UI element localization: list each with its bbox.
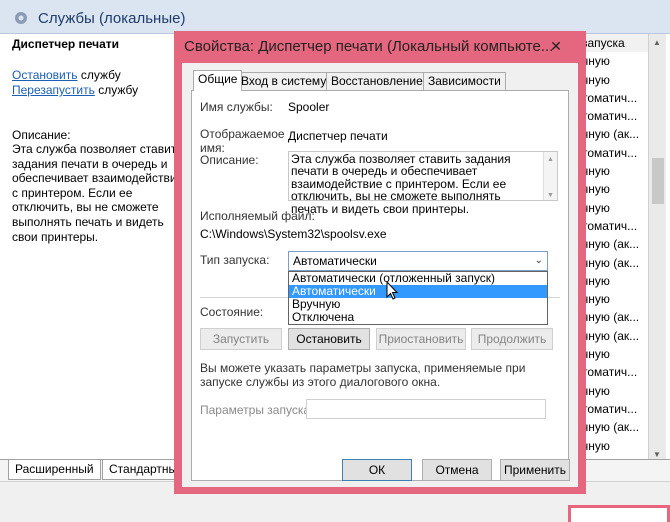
restart-service-line: Перезапустить службу [12, 83, 138, 98]
startup-type-cell: томатич... [582, 401, 638, 416]
stop-service-line: Остановить службу [12, 68, 121, 83]
params-label: Параметры запуска: [200, 403, 314, 417]
service-name-value: Spooler [288, 100, 330, 114]
dialog-titlebar[interactable]: Свойства: Диспетчер печати (Локальный ко… [174, 31, 586, 63]
exe-path: C:\Windows\System32\spoolsv.exe [200, 227, 387, 241]
services-header: Службы (локальные) [0, 0, 670, 34]
startup-type-cell: чную [582, 383, 610, 398]
display-name-value: Диспетчер печати [288, 129, 388, 143]
stop-button[interactable]: Остановить [288, 328, 370, 350]
startup-type-column: запуска чную чную томатич... томатич... чную … [582, 34, 652, 455]
services-gear-icon [15, 12, 27, 24]
mouse-cursor-icon [386, 281, 399, 300]
apply-button[interactable]: Применить [500, 459, 570, 481]
startup-type-cell: чную [582, 273, 610, 288]
startup-type-cell: чную [582, 72, 610, 87]
service-details-pane: Диспетчер печати Остановить службу Перез… [0, 34, 185, 454]
start-button[interactable]: Запустить [200, 328, 282, 350]
tab-logon[interactable]: Вход в систему [236, 72, 332, 90]
service-description: Эта служба позволяет ставить задания печ… [12, 142, 184, 244]
highlight-box [568, 505, 670, 522]
startup-type-cell: чную [582, 438, 610, 453]
description-box[interactable]: Эта служба позволяет ставить задания печ… [288, 151, 558, 215]
status-label: Состояние: [200, 305, 264, 319]
description-heading: Описание: [12, 128, 71, 142]
startup-column-header: запуска [582, 34, 652, 53]
scroll-down-icon[interactable]: ▼ [653, 450, 661, 459]
pause-button[interactable]: Приостановить [376, 328, 466, 350]
ok-button[interactable]: ОК [342, 459, 412, 481]
startup-type-cell: чную (ак... [582, 127, 640, 142]
selected-service-name: Диспетчер печати [12, 37, 120, 51]
display-name-label: Отображаемое имя: [200, 127, 285, 155]
startup-type-cell: томатич... [582, 218, 638, 233]
cancel-button[interactable]: Отмена [422, 459, 492, 481]
startup-type-cell: чную (ак... [582, 420, 640, 435]
startup-type-cell: томатич... [582, 145, 638, 160]
startup-type-cell: чную [582, 54, 610, 69]
exe-label: Исполняемый файл: [200, 209, 315, 223]
params-input[interactable] [306, 399, 546, 419]
tab-dependencies[interactable]: Зависимости [423, 72, 506, 90]
startup-type-cell: чную [582, 292, 610, 307]
scrollbar-thumb[interactable] [652, 158, 664, 204]
startup-type-cell: томатич... [582, 90, 638, 105]
services-title: Службы (локальные) [38, 10, 186, 27]
desc-scroll-up-icon[interactable]: ▲ [547, 154, 554, 166]
tab-general[interactable]: Общие [193, 70, 243, 91]
chevron-down-icon[interactable]: ⌄ [535, 252, 543, 270]
tab-recovery[interactable]: Восстановление [326, 72, 428, 90]
startup-type-cell: чную [582, 347, 610, 362]
startup-type-cell: чную (ак... [582, 310, 640, 325]
startup-type-cell: чную [582, 182, 610, 197]
close-icon[interactable]: ✕ [544, 37, 568, 55]
properties-dialog: Свойства: Диспетчер печати (Локальный ко… [174, 31, 586, 494]
stop-service-suffix: службу [77, 68, 121, 82]
dialog-body: Общие Вход в систему Восстановление Зави… [182, 63, 578, 487]
description-scrollbar[interactable]: ▲ ▼ [543, 152, 557, 200]
startup-type-cell: томатич... [582, 109, 638, 124]
startup-option[interactable]: Отключена [289, 311, 547, 324]
dialog-title: Свойства: Диспетчер печати (Локальный ко… [184, 38, 554, 55]
tab-extended[interactable]: Расширенный [8, 460, 101, 480]
restart-service-link[interactable]: Перезапустить [12, 83, 95, 97]
resume-button[interactable]: Продолжить [471, 328, 553, 350]
startup-type-cell: томатич... [582, 365, 638, 380]
description-label: Описание: [200, 153, 259, 167]
desc-scroll-down-icon[interactable]: ▼ [547, 190, 554, 202]
startup-type-cell: чную (ак... [582, 237, 640, 252]
params-hint: Вы можете указать параметры запуска, при… [200, 361, 526, 389]
stop-service-link[interactable]: Остановить [12, 68, 78, 82]
description-text: Эта служба позволяет ставить задания печ… [291, 152, 511, 216]
startup-type-cell: чную (ак... [582, 255, 640, 270]
service-name-label: Имя службы: [200, 100, 273, 114]
startup-type-current: Автоматически [293, 254, 377, 268]
scroll-up-icon[interactable]: ▲ [653, 38, 661, 47]
startup-type-dropdown: Автоматически (отложенный запуск) Автомат… [288, 271, 548, 325]
startup-type-label: Тип запуска: [200, 253, 270, 267]
startup-type-cell: чную (ак... [582, 328, 640, 343]
startup-type-cell: чную [582, 164, 610, 179]
restart-service-suffix: службу [94, 83, 139, 97]
services-scrollbar[interactable]: ▲ ▼ [648, 34, 666, 464]
startup-type-cell: чную [582, 200, 610, 215]
general-tab-panel: Имя службы: Spooler Отображаемое имя: Ди… [191, 90, 569, 481]
startup-type-select[interactable]: Автоматически ⌄ [288, 251, 548, 271]
